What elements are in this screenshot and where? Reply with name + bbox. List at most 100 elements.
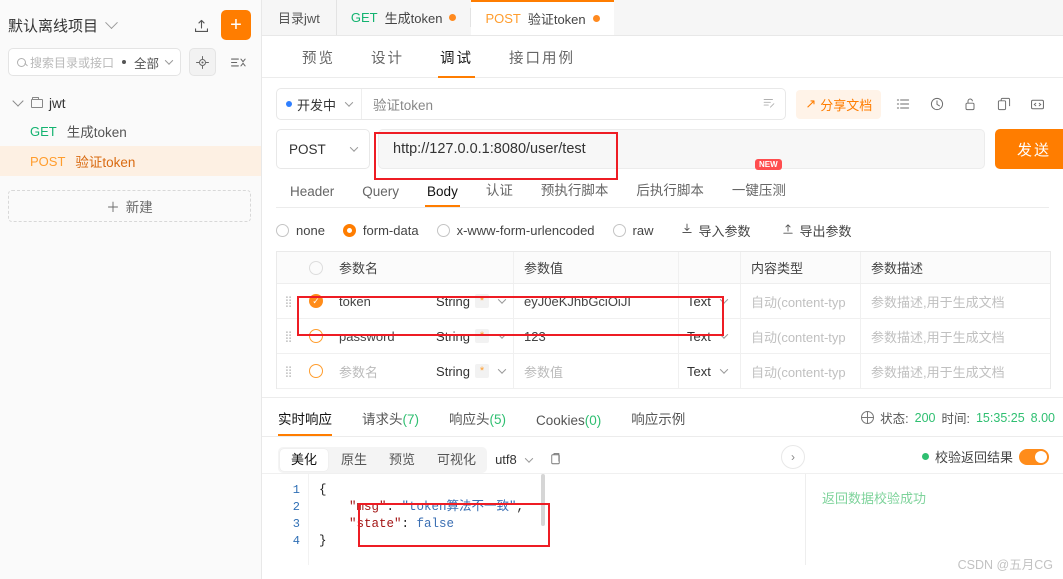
param-content-type[interactable]: 自动(content-typ — [740, 319, 860, 353]
import-params-button[interactable]: 导入参数 — [680, 221, 751, 240]
tab-header[interactable]: Header — [276, 184, 348, 207]
tab-query[interactable]: Query — [348, 184, 413, 207]
tab-design[interactable]: 设计 — [353, 47, 422, 77]
format-raw[interactable]: 原生 — [330, 447, 378, 473]
tab-response-headers[interactable]: 响应头(5) — [449, 408, 524, 436]
param-mode-select[interactable]: Text — [678, 284, 740, 318]
table-row[interactable]: ⣿ ✓ token String * eyJ0eKJhbGciOiJI Text… — [277, 284, 1050, 319]
param-value-input[interactable]: eyJ0eKJhbGciOiJI — [513, 284, 678, 318]
edit-note-icon[interactable] — [753, 96, 785, 113]
tab-cookies[interactable]: Cookies(0) — [536, 413, 619, 436]
drag-handle-icon[interactable]: ⣿ — [277, 330, 301, 343]
body-type-none[interactable]: none — [276, 223, 325, 238]
json-key: "state" — [349, 517, 402, 531]
clock-icon[interactable] — [925, 92, 949, 116]
drag-handle-icon[interactable]: ⣿ — [277, 295, 301, 308]
table-row[interactable]: ⣿ 参数名 String * 参数值 Text 自动(content-typ 参… — [277, 354, 1050, 389]
format-preview[interactable]: 预览 — [378, 447, 426, 473]
list-icon[interactable] — [891, 92, 915, 116]
search-input[interactable]: 搜索目录或接口 全部 — [8, 48, 182, 76]
param-mode-select[interactable]: Text — [678, 354, 740, 388]
tab-label: 验证token — [527, 12, 586, 27]
header-param-value: 参数值 — [513, 252, 678, 283]
json-key: "msg" — [349, 500, 387, 514]
param-value-input[interactable]: 123 — [513, 319, 678, 353]
tab-bar: 目录jwt GET 生成token POST 验证token — [262, 0, 1063, 36]
chevron-down-icon[interactable] — [105, 15, 118, 29]
sort-button[interactable] — [224, 48, 251, 76]
share-doc-button[interactable]: ↗ 分享文档 — [796, 89, 882, 119]
chevron-down-icon[interactable] — [12, 95, 24, 107]
upload-icon[interactable] — [187, 11, 215, 39]
param-content-type[interactable]: 自动(content-typ — [740, 354, 860, 388]
param-name-input[interactable]: token — [331, 294, 403, 309]
collapse-panel-button[interactable]: › — [781, 445, 805, 469]
tab-verify-token[interactable]: POST 验证token — [471, 0, 614, 35]
method-select[interactable]: POST — [276, 129, 370, 169]
code-icon[interactable] — [1025, 92, 1049, 116]
param-type-select[interactable]: String * — [403, 329, 513, 344]
body-type-raw[interactable]: raw — [612, 223, 654, 238]
line-number: 4 — [292, 534, 300, 548]
tree-folder-jwt[interactable]: jwt — [0, 90, 261, 116]
encoding-select[interactable]: utf8 — [495, 452, 533, 467]
tab-debug[interactable]: 调试 — [422, 47, 491, 78]
drag-handle-icon[interactable]: ⣿ — [277, 365, 301, 378]
table-row[interactable]: ⣿ password String * 123 Text 自动(content-… — [277, 319, 1050, 354]
url-input[interactable]: http://127.0.0.1:8080/user/test — [378, 129, 985, 169]
add-button[interactable]: + — [221, 10, 251, 40]
copy-icon[interactable] — [992, 92, 1016, 116]
project-name[interactable]: 默认离线项目 — [8, 15, 98, 36]
row-checkbox[interactable]: ✓ — [301, 294, 331, 308]
row-checkbox[interactable] — [301, 364, 331, 378]
sidebar-item-generate-token[interactable]: GET 生成token — [0, 116, 261, 146]
tab-label: 响应头 — [449, 412, 490, 427]
format-beautify[interactable]: 美化 — [280, 448, 329, 471]
param-value-input[interactable]: 参数值 — [513, 354, 678, 388]
environment-select[interactable]: 开发中 — [277, 89, 363, 119]
chevron-down-icon[interactable] — [164, 56, 174, 65]
param-name-input[interactable]: 参数名 — [331, 362, 403, 381]
tab-generate-token[interactable]: GET 生成token — [337, 0, 471, 35]
param-description-input[interactable]: 参数描述,用于生成文档 — [860, 354, 1050, 388]
filter-label[interactable]: 全部 — [134, 53, 159, 72]
encoding-label: utf8 — [495, 452, 517, 467]
param-type-select[interactable]: String * — [403, 294, 513, 309]
tab-auth[interactable]: 认证 — [472, 179, 527, 207]
format-visual[interactable]: 可视化 — [426, 447, 487, 473]
tab-post-script[interactable]: 后执行脚本 — [622, 179, 718, 207]
body-type-form-data[interactable]: form-data — [342, 223, 419, 238]
select-all-checkbox[interactable] — [301, 260, 331, 275]
json-code[interactable]: { "msg": "token算法不一致", "state": false } — [308, 474, 805, 565]
param-name-input[interactable]: password — [331, 329, 403, 344]
tab-realtime-response[interactable]: 实时响应 — [278, 408, 350, 436]
body-type-urlencoded[interactable]: x-www-form-urlencoded — [436, 223, 595, 238]
lock-icon[interactable] — [958, 92, 982, 116]
param-description-input[interactable]: 参数描述,用于生成文档 — [860, 319, 1050, 353]
param-content-type[interactable]: 自动(content-typ — [740, 284, 860, 318]
tab-stress-test[interactable]: 一键压测 — [718, 179, 800, 207]
param-description-input[interactable]: 参数描述,用于生成文档 — [860, 284, 1050, 318]
tab-body[interactable]: Body — [413, 184, 472, 207]
tab-directory[interactable]: 目录jwt — [262, 0, 337, 35]
export-params-button[interactable]: 导出参数 — [781, 221, 852, 240]
tab-testcases[interactable]: 接口用例 — [491, 47, 593, 77]
sidebar-item-verify-token[interactable]: POST 验证token — [0, 146, 261, 176]
locate-button[interactable] — [189, 48, 217, 76]
tab-preview[interactable]: 预览 — [284, 47, 353, 77]
response-section: 实时响应 请求头(7) 响应头(5) Cookies(0) 响应示例 状态: 2… — [262, 397, 1063, 565]
send-button[interactable]: 发送 — [995, 129, 1063, 169]
verify-toggle[interactable] — [1019, 448, 1049, 465]
method-label: POST — [289, 141, 326, 157]
verify-result-panel: 返回数据校验成功 — [805, 474, 1063, 565]
copy-icon[interactable] — [548, 451, 563, 469]
param-type-select[interactable]: String * — [403, 364, 513, 379]
new-item-button[interactable]: ＋ 新建 — [8, 190, 251, 222]
scrollbar[interactable] — [541, 474, 545, 526]
tab-response-examples[interactable]: 响应示例 — [631, 408, 703, 436]
param-mode-select[interactable]: Text — [678, 319, 740, 353]
row-checkbox[interactable] — [301, 329, 331, 343]
tab-request-headers[interactable]: 请求头(7) — [362, 408, 437, 436]
api-name-input[interactable]: 验证token — [362, 94, 753, 114]
tab-pre-script[interactable]: 预执行脚本 — [527, 179, 623, 207]
